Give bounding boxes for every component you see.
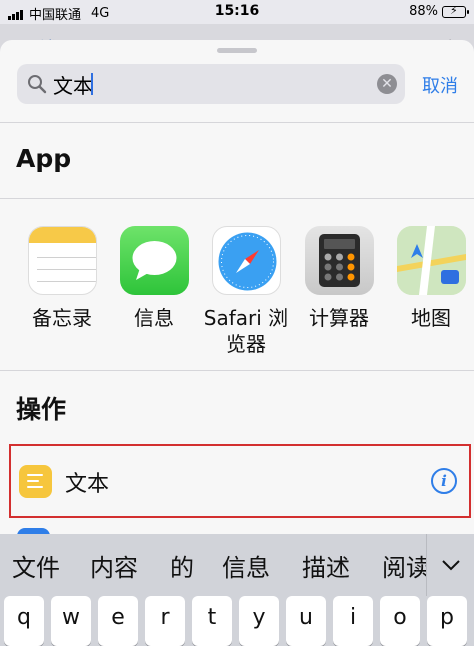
- suggestion[interactable]: 信息: [222, 548, 270, 583]
- app-safari[interactable]: Safari 浏览器: [201, 226, 291, 357]
- key-w[interactable]: w: [51, 596, 91, 646]
- text-cursor: [91, 73, 93, 95]
- chevron-down-icon[interactable]: [426, 534, 474, 596]
- status-bar: 中国联通 4G 15:16 88% ⚡: [0, 0, 474, 24]
- sheet-grabber[interactable]: [217, 48, 257, 53]
- section-title-apps: App: [16, 144, 72, 173]
- app-maps[interactable]: 地图: [386, 226, 474, 331]
- app-label: 备忘录: [32, 306, 92, 330]
- key-e[interactable]: e: [98, 596, 138, 646]
- section-title-actions: 操作: [16, 395, 67, 424]
- divider: [0, 370, 474, 371]
- suggestion[interactable]: 的: [170, 548, 194, 583]
- action-result-text[interactable]: 文本 i: [9, 444, 471, 518]
- key-q[interactable]: q: [4, 596, 44, 646]
- app-messages[interactable]: 信息: [109, 226, 199, 331]
- app-label: 信息: [134, 306, 174, 330]
- apps-row: 备忘录 信息 Safari 浏览器 计算器 地图: [0, 226, 474, 376]
- app-notes[interactable]: 备忘录: [17, 226, 107, 331]
- search-row: ✕ 取消: [0, 62, 474, 118]
- suggestion[interactable]: 文件: [12, 548, 60, 583]
- text-action-icon: [19, 465, 52, 498]
- suggestion[interactable]: 内容: [90, 548, 138, 583]
- app-label: 地图: [411, 306, 451, 330]
- suggestion[interactable]: 阅读: [382, 548, 426, 583]
- battery-icon: ⚡: [442, 4, 469, 18]
- key-y[interactable]: y: [239, 596, 279, 646]
- notes-icon: [27, 226, 97, 295]
- battery-percent: 88%: [409, 4, 438, 19]
- calculator-icon: [304, 226, 374, 295]
- key-o[interactable]: o: [380, 596, 420, 646]
- maps-icon: [396, 226, 466, 295]
- key-t[interactable]: t: [192, 596, 232, 646]
- divider: [0, 122, 474, 123]
- key-r[interactable]: r: [145, 596, 185, 646]
- keyboard: q w e r t y u i o p: [0, 596, 474, 646]
- keyboard-suggestions: 文件 内容 的 信息 描述 阅读: [0, 534, 474, 596]
- cancel-button[interactable]: 取消: [422, 72, 458, 98]
- clock: 15:16: [214, 3, 260, 19]
- app-label: 计算器: [309, 306, 369, 330]
- suggestion[interactable]: 描述: [302, 548, 350, 583]
- search-input[interactable]: [53, 72, 95, 96]
- clear-icon[interactable]: ✕: [377, 74, 397, 94]
- app-calculator[interactable]: 计算器: [294, 226, 384, 331]
- action-label: 文本: [65, 472, 110, 497]
- messages-icon: [119, 226, 189, 295]
- info-icon[interactable]: i: [431, 468, 457, 494]
- key-u[interactable]: u: [286, 596, 326, 646]
- search-field[interactable]: ✕: [17, 64, 405, 104]
- search-icon: [28, 75, 47, 94]
- key-i[interactable]: i: [333, 596, 373, 646]
- divider: [0, 198, 474, 199]
- key-p[interactable]: p: [427, 596, 467, 646]
- action-search-sheet: ✕ 取消 App 备忘录 信息: [0, 40, 474, 534]
- app-label: Safari 浏览器: [203, 306, 289, 356]
- safari-icon: [211, 226, 281, 295]
